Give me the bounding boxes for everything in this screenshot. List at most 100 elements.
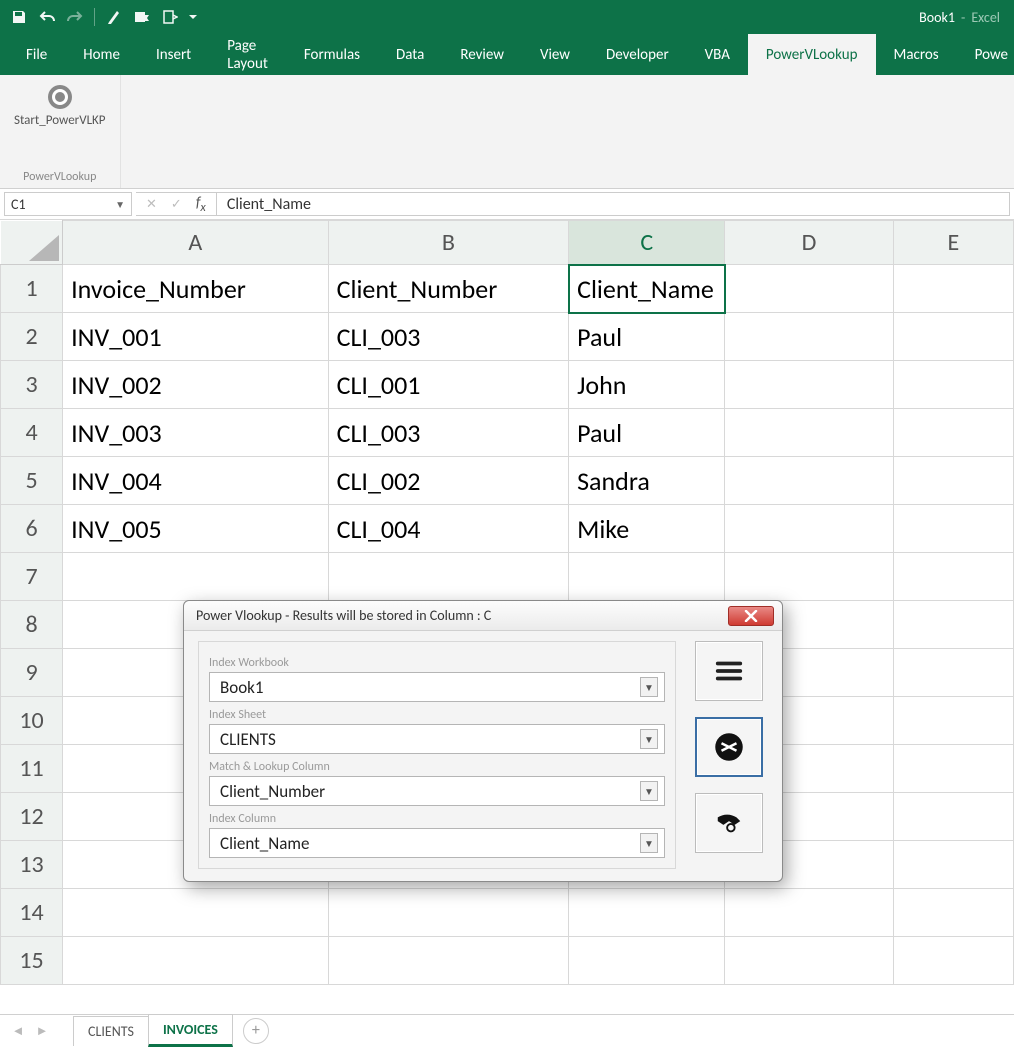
row-header[interactable]: 1 bbox=[1, 265, 63, 313]
cell[interactable]: CLI_002 bbox=[328, 457, 568, 505]
tab-developer[interactable]: Developer bbox=[588, 34, 687, 75]
accept-formula-icon[interactable]: ✓ bbox=[171, 197, 182, 212]
cell[interactable]: Client_Number bbox=[328, 265, 568, 313]
cell[interactable] bbox=[569, 553, 725, 601]
cell[interactable] bbox=[725, 937, 893, 985]
cell[interactable] bbox=[893, 361, 1013, 409]
cell[interactable]: Client_Name bbox=[569, 265, 725, 313]
qat-custom2-icon[interactable] bbox=[129, 4, 155, 30]
tab-vba[interactable]: VBA bbox=[687, 34, 748, 75]
row-header[interactable]: 7 bbox=[1, 553, 63, 601]
tab-view[interactable]: View bbox=[522, 34, 588, 75]
select-all-corner[interactable] bbox=[1, 221, 63, 265]
row-header[interactable]: 14 bbox=[1, 889, 63, 937]
tab-powervlookup[interactable]: PowerVLookup bbox=[748, 34, 876, 75]
tab-nav-right-icon[interactable]: ► bbox=[30, 1019, 54, 1043]
cell[interactable] bbox=[569, 889, 725, 937]
tab-powe[interactable]: Powe bbox=[957, 34, 1014, 75]
tab-formulas[interactable]: Formulas bbox=[286, 34, 378, 75]
cell[interactable] bbox=[893, 553, 1013, 601]
tab-macros[interactable]: Macros bbox=[876, 34, 957, 75]
cell[interactable]: CLI_001 bbox=[328, 361, 568, 409]
row-header[interactable]: 4 bbox=[1, 409, 63, 457]
row-header[interactable]: 11 bbox=[1, 745, 63, 793]
combo-match-lookup[interactable]: Client_Number ▼ bbox=[209, 776, 665, 806]
cell[interactable]: CLI_003 bbox=[328, 409, 568, 457]
cell[interactable] bbox=[328, 553, 568, 601]
cell[interactable] bbox=[893, 793, 1013, 841]
undo-icon[interactable] bbox=[34, 4, 60, 30]
donate-button[interactable] bbox=[695, 793, 763, 853]
tab-nav-left-icon[interactable]: ◄ bbox=[6, 1019, 30, 1043]
start-button[interactable] bbox=[695, 717, 763, 777]
formula-input[interactable]: Client_Name bbox=[217, 192, 1010, 216]
tab-page-layout[interactable]: Page Layout bbox=[209, 34, 286, 75]
combo-index-column[interactable]: Client_Name ▼ bbox=[209, 828, 665, 858]
qat-custom1-icon[interactable] bbox=[101, 4, 127, 30]
add-sheet-button[interactable]: + bbox=[243, 1018, 269, 1044]
row-header[interactable]: 3 bbox=[1, 361, 63, 409]
cell[interactable] bbox=[893, 505, 1013, 553]
chevron-down-icon[interactable]: ▼ bbox=[640, 729, 658, 749]
cell[interactable]: INV_004 bbox=[63, 457, 329, 505]
chevron-down-icon[interactable]: ▼ bbox=[640, 781, 658, 801]
cell[interactable]: Paul bbox=[569, 313, 725, 361]
tab-home[interactable]: Home bbox=[65, 34, 138, 75]
cell[interactable] bbox=[725, 409, 893, 457]
redo-icon[interactable] bbox=[62, 4, 88, 30]
cell[interactable] bbox=[893, 457, 1013, 505]
chevron-down-icon[interactable]: ▼ bbox=[640, 677, 658, 697]
cell[interactable] bbox=[893, 937, 1013, 985]
cell[interactable] bbox=[893, 265, 1013, 313]
column-header-B[interactable]: B bbox=[328, 221, 568, 265]
save-icon[interactable] bbox=[6, 4, 32, 30]
row-header[interactable]: 2 bbox=[1, 313, 63, 361]
row-header[interactable]: 12 bbox=[1, 793, 63, 841]
sheet-tab-clients[interactable]: CLIENTS bbox=[73, 1016, 149, 1046]
chevron-down-icon[interactable]: ▼ bbox=[640, 833, 658, 853]
cell[interactable] bbox=[63, 937, 329, 985]
qat-customize-icon[interactable] bbox=[185, 4, 201, 30]
cell[interactable]: Mike bbox=[569, 505, 725, 553]
settings-button[interactable] bbox=[695, 641, 763, 701]
cell[interactable] bbox=[569, 937, 725, 985]
row-header[interactable]: 15 bbox=[1, 937, 63, 985]
row-header[interactable]: 6 bbox=[1, 505, 63, 553]
cell[interactable]: INV_001 bbox=[63, 313, 329, 361]
cell[interactable]: CLI_003 bbox=[328, 313, 568, 361]
row-header[interactable]: 9 bbox=[1, 649, 63, 697]
cell[interactable] bbox=[893, 697, 1013, 745]
tab-insert[interactable]: Insert bbox=[138, 34, 209, 75]
cell[interactable] bbox=[328, 937, 568, 985]
cell[interactable] bbox=[725, 889, 893, 937]
row-header[interactable]: 5 bbox=[1, 457, 63, 505]
cell[interactable]: Invoice_Number bbox=[63, 265, 329, 313]
qat-custom3-icon[interactable] bbox=[157, 4, 183, 30]
row-header[interactable]: 13 bbox=[1, 841, 63, 889]
sheet-tab-invoices[interactable]: INVOICES bbox=[148, 1014, 233, 1047]
cell[interactable] bbox=[725, 553, 893, 601]
dialog-titlebar[interactable]: Power Vlookup - Results will be stored i… bbox=[184, 601, 782, 631]
combo-index-workbook[interactable]: Book1 ▼ bbox=[209, 672, 665, 702]
cell[interactable]: INV_002 bbox=[63, 361, 329, 409]
cell[interactable] bbox=[63, 889, 329, 937]
combo-index-sheet[interactable]: CLIENTS ▼ bbox=[209, 724, 665, 754]
cell[interactable]: INV_003 bbox=[63, 409, 329, 457]
cell[interactable] bbox=[893, 745, 1013, 793]
chevron-down-icon[interactable]: ▼ bbox=[115, 198, 125, 211]
cell[interactable] bbox=[725, 361, 893, 409]
cell[interactable] bbox=[725, 505, 893, 553]
column-header-A[interactable]: A bbox=[63, 221, 329, 265]
cell[interactable]: Paul bbox=[569, 409, 725, 457]
row-header[interactable]: 8 bbox=[1, 601, 63, 649]
tab-file[interactable]: File bbox=[8, 34, 65, 75]
start-powervlkp-button[interactable]: Start_PowerVLKP bbox=[10, 81, 110, 132]
cell[interactable] bbox=[725, 265, 893, 313]
close-button[interactable] bbox=[728, 606, 774, 626]
cancel-formula-icon[interactable]: ✕ bbox=[146, 197, 157, 212]
fx-icon[interactable]: fx bbox=[196, 194, 206, 215]
cell[interactable] bbox=[725, 457, 893, 505]
cell[interactable] bbox=[328, 889, 568, 937]
column-header-E[interactable]: E bbox=[893, 221, 1013, 265]
cell[interactable] bbox=[63, 553, 329, 601]
